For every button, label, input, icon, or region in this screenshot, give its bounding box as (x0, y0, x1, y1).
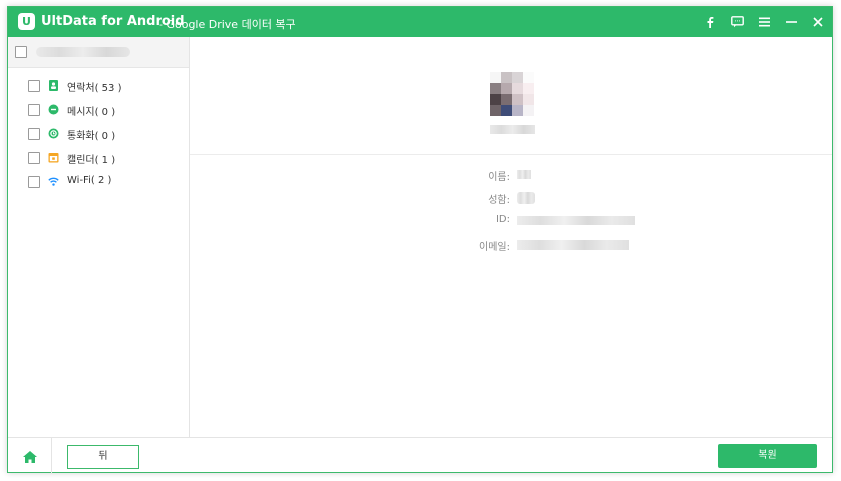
sidebar-item-call-log[interactable]: 통화화( 0 ) (8, 122, 189, 146)
feedback-icon[interactable] (727, 12, 747, 32)
category-sidebar: 연락처( 53 ) 메시지( 0 ) 통화화( 0 ) 캘린더( 1 ) Wi-… (8, 37, 190, 437)
profile-divider (190, 154, 832, 155)
app-logo-glyph: U (22, 15, 31, 28)
email-field-label: 이메일: (479, 242, 510, 253)
back-button[interactable]: 뒤 (67, 445, 139, 469)
app-logo: U (18, 13, 35, 30)
calendar-checkbox[interactable] (28, 152, 40, 164)
messages-checkbox[interactable] (28, 104, 40, 116)
avatar (490, 72, 534, 116)
wifi-checkbox[interactable] (28, 176, 40, 188)
id-field-label: ID: (495, 214, 510, 225)
sidebar-item-calendar[interactable]: 캘린더( 1 ) (8, 146, 189, 170)
account-row[interactable] (8, 37, 189, 68)
home-icon (23, 451, 37, 463)
wifi-label: Wi-Fi( 2 ) (67, 175, 112, 186)
email-value-redacted (517, 240, 629, 250)
sidebar-item-wifi[interactable]: Wi-Fi( 2 ) (8, 170, 189, 194)
call-log-label: 통화화( 0 ) (67, 131, 116, 142)
call-log-checkbox[interactable] (28, 128, 40, 140)
contacts-checkbox[interactable] (28, 80, 40, 92)
restore-button[interactable]: 복원 (718, 444, 817, 468)
messages-icon (48, 104, 59, 115)
title-bar: U UltData for Android - Google Drive 데이터… (8, 7, 832, 37)
home-button[interactable] (19, 446, 41, 468)
contacts-icon (49, 80, 58, 91)
contact-detail-pane: 이름: 성함: ID: 이메일: (190, 37, 832, 437)
messages-label: 메시지( 0 ) (67, 107, 116, 118)
name-field-label: 이름: (488, 172, 510, 183)
menu-icon[interactable] (754, 12, 774, 32)
account-name-redacted (36, 47, 130, 57)
call-log-icon (48, 128, 59, 139)
calendar-label: 캘린더( 1 ) (67, 155, 116, 166)
wifi-icon (48, 177, 59, 186)
minimize-icon[interactable] (781, 12, 801, 32)
sidebar-item-messages[interactable]: 메시지( 0 ) (8, 98, 189, 122)
id-value-redacted (517, 216, 635, 225)
contacts-label: 연락처( 53 ) (67, 83, 122, 94)
app-window: U UltData for Android - Google Drive 데이터… (7, 6, 833, 474)
surname-value-redacted (517, 192, 535, 204)
calendar-icon (48, 153, 59, 163)
sidebar-item-contacts[interactable]: 연락처( 53 ) (8, 74, 189, 98)
footer-divider (51, 438, 52, 474)
account-checkbox[interactable] (15, 46, 27, 58)
name-value-redacted (517, 170, 531, 179)
close-icon[interactable] (808, 12, 828, 32)
facebook-icon[interactable] (700, 12, 720, 32)
surname-field-label: 성함: (488, 195, 510, 206)
window-subtitle: - Google Drive 데이터 복구 (159, 18, 296, 31)
footer-bar: 뒤 복원 (8, 437, 832, 474)
contact-name-redacted (490, 125, 535, 134)
